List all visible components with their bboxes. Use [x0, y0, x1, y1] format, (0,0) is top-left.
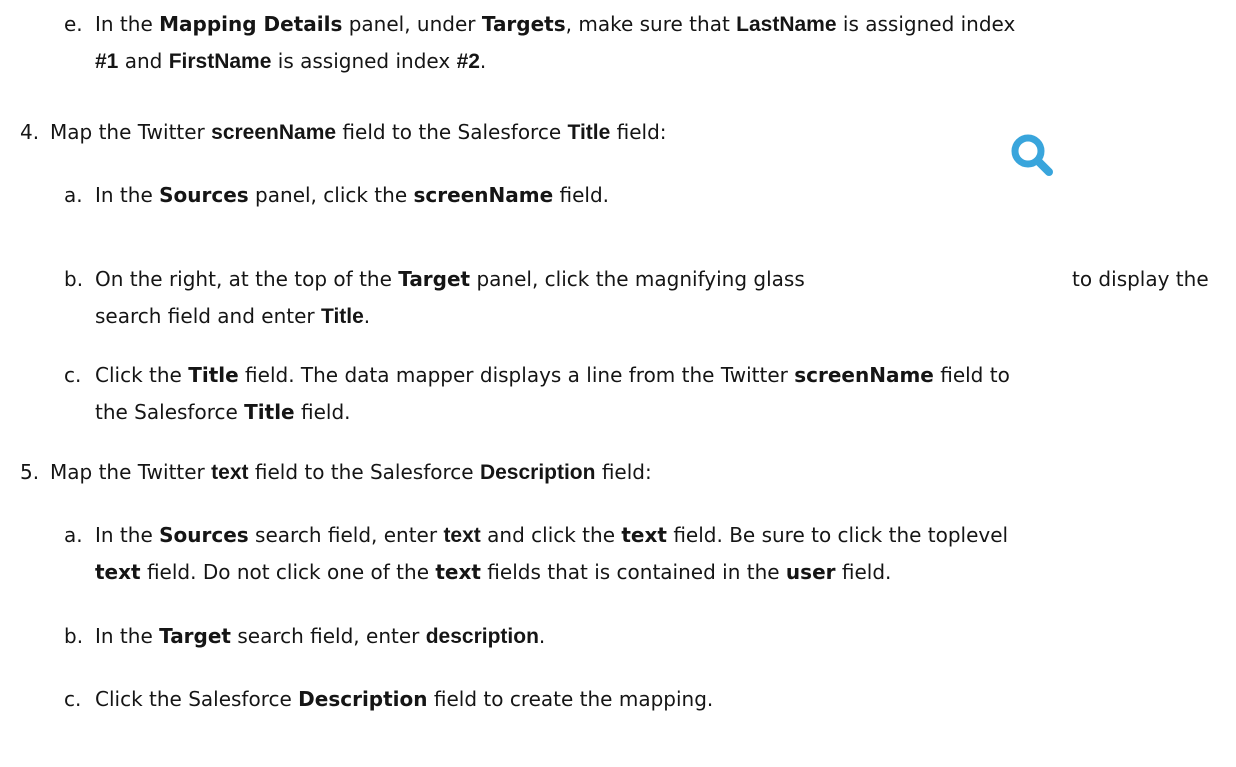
- step-e-marker: e.: [64, 12, 83, 36]
- step-4a-marker: a.: [64, 183, 83, 207]
- step-4b-line-1: On the right, at the top of the Target p…: [95, 267, 805, 291]
- step-5c-marker: c.: [64, 687, 82, 711]
- step-5a-marker: a.: [64, 523, 83, 547]
- step-5b-line-1: In the Target search field, enter descri…: [95, 624, 546, 648]
- step-4a-line-1: In the Sources panel, click the screenNa…: [95, 183, 610, 207]
- step-5a-line-2: text field. Do not click one of the text…: [95, 560, 892, 584]
- step-5a-line-1: In the Sources search field, enter text …: [95, 523, 1009, 547]
- step-4b-marker: b.: [64, 267, 84, 291]
- step-5b-marker: b.: [64, 624, 84, 648]
- step-e-line-2: #1 and FirstName is assigned index #2.: [95, 49, 487, 73]
- step-4-marker: 4.: [20, 120, 40, 144]
- step-5-marker: 5.: [20, 460, 40, 484]
- step-e-line-1: In the Mapping Details panel, under Targ…: [95, 12, 1016, 36]
- step-4b-line-2: search field and enter Title.: [95, 304, 371, 328]
- step-4c-line-1: Click the Title field. The data mapper d…: [95, 363, 1010, 387]
- magnifying-glass-icon: [1011, 134, 1053, 176]
- step-5c-line-1: Click the Salesforce Description field t…: [95, 687, 714, 711]
- step-4c-marker: c.: [64, 363, 82, 387]
- step-4b-line-1-tail: to display the: [1072, 267, 1209, 291]
- step-4c-line-2: the Salesforce Title field.: [95, 400, 351, 424]
- step-5-line-1: Map the Twitter text field to the Salesf…: [50, 460, 652, 484]
- step-4-line-1: Map the Twitter screenName field to the …: [50, 120, 667, 144]
